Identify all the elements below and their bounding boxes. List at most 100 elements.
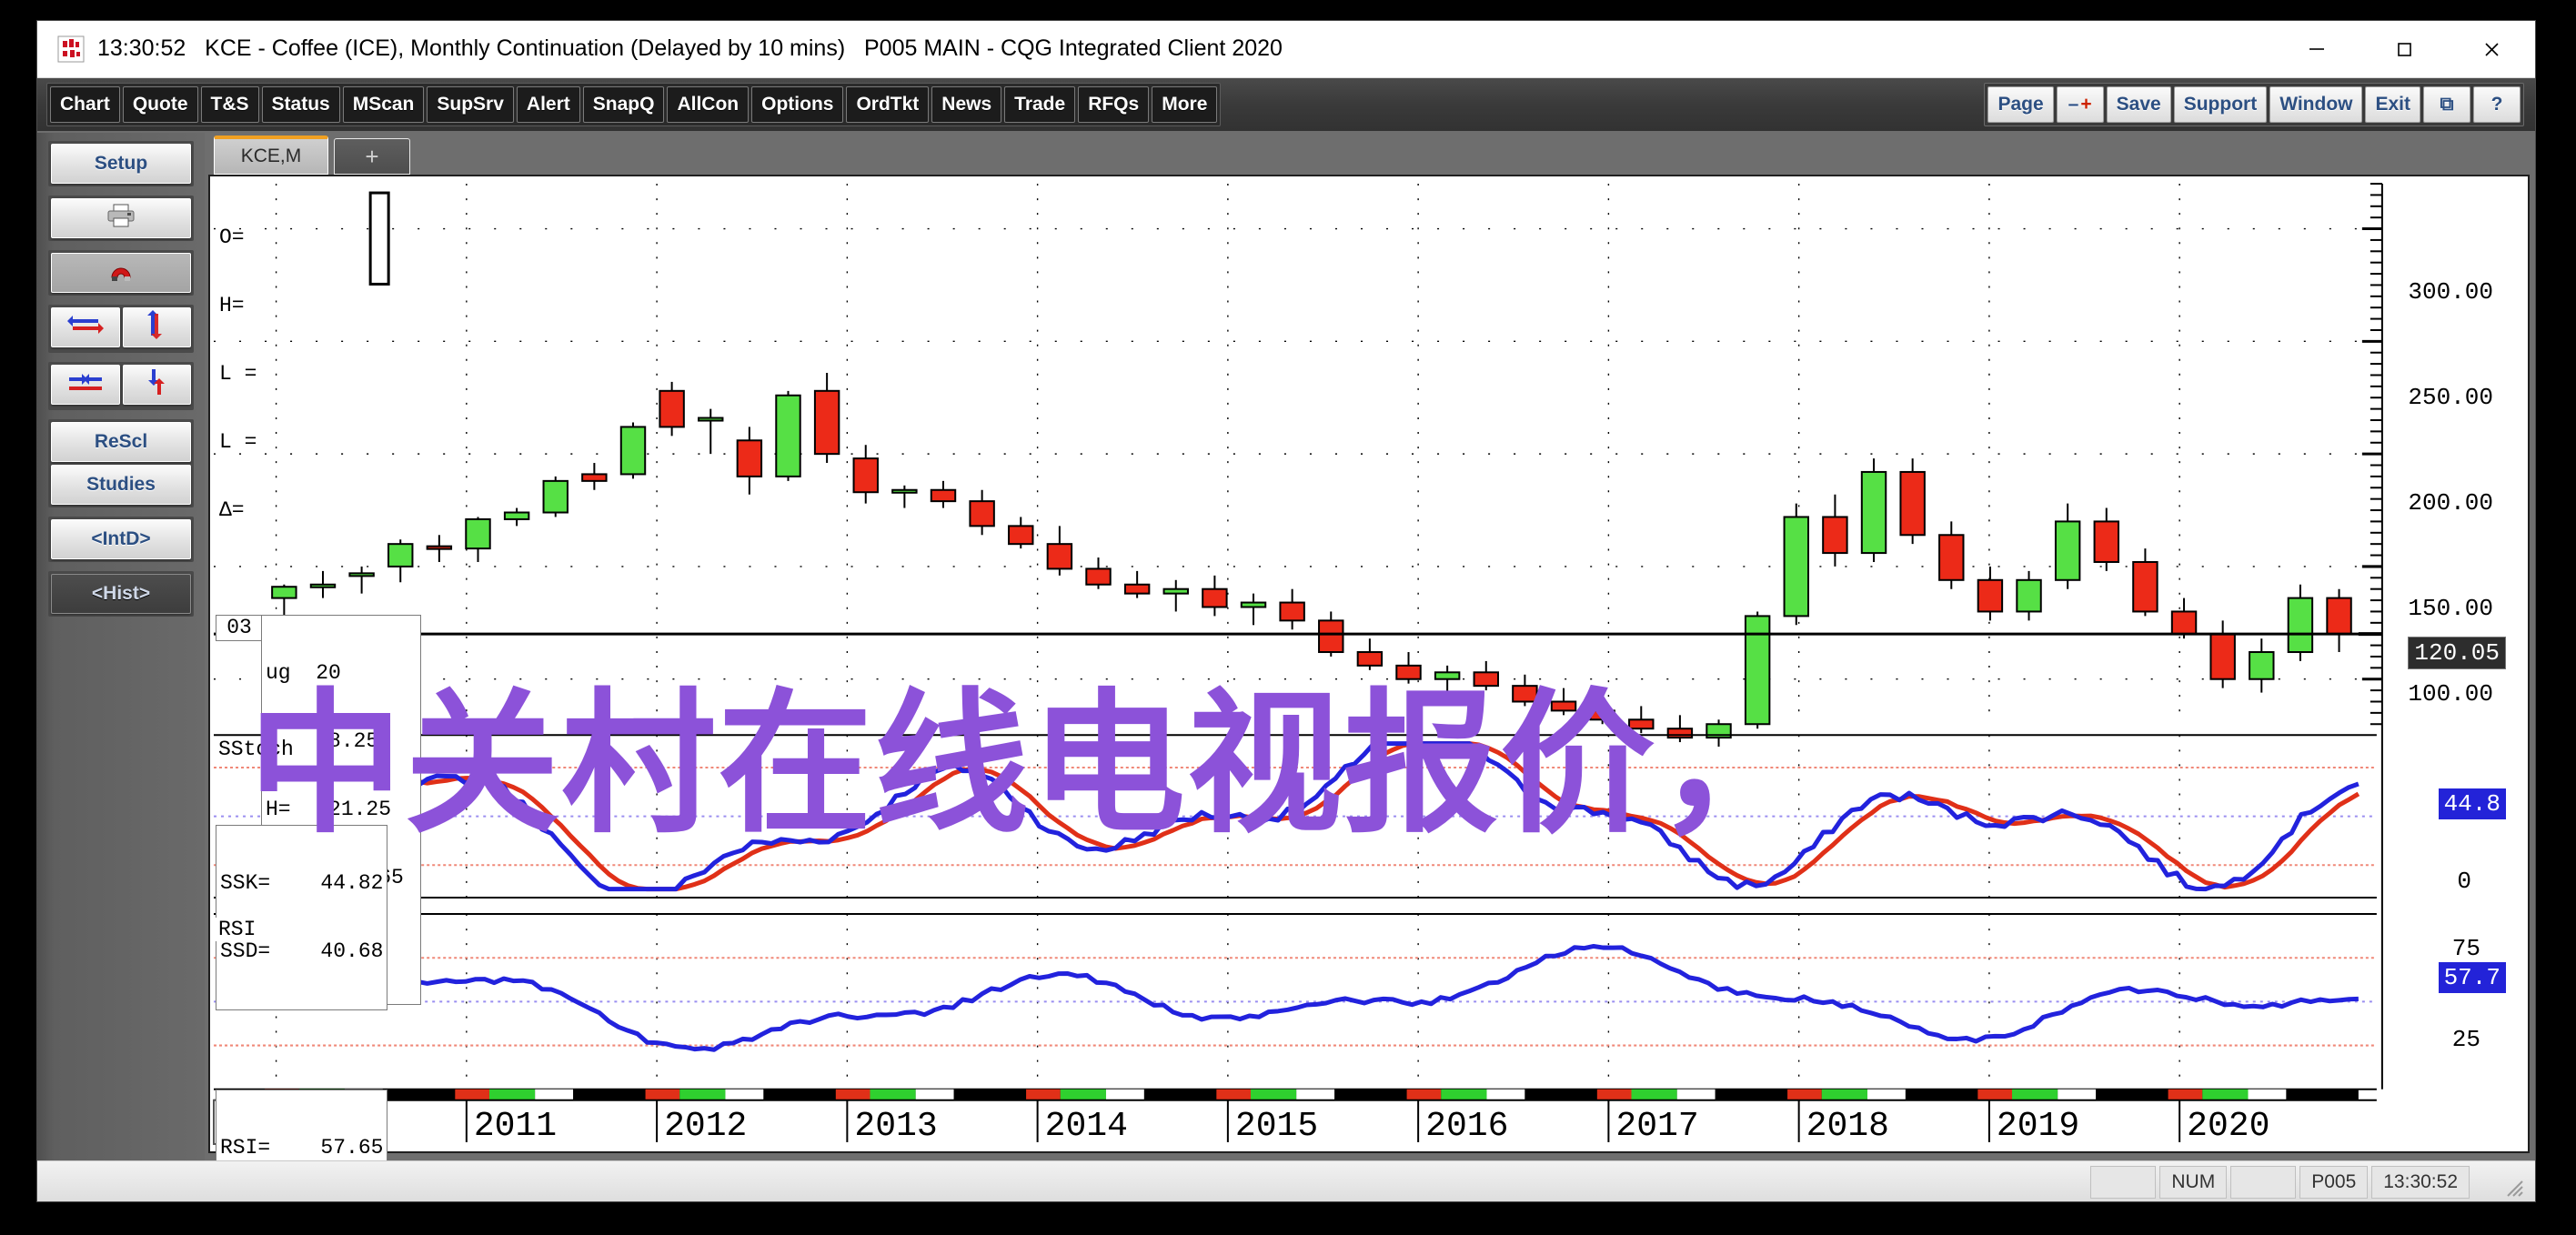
- title-bar: 13:30:52 KCE - Coffee (ICE), Monthly Con…: [37, 21, 2535, 78]
- toolbar-button-trade[interactable]: Trade: [1004, 86, 1076, 123]
- toolbar-button-save[interactable]: Save: [2106, 86, 2171, 123]
- expand-vertical-icon-glyph: [143, 367, 170, 402]
- add-tab-button[interactable]: +: [334, 138, 410, 175]
- minus-icon: –: [2068, 94, 2079, 115]
- ohlc-placeholder-readout: O= H= L = L = Δ=: [216, 180, 374, 568]
- x-axis-tick-2014: 2014: [1045, 1107, 1128, 1146]
- toolbar-button-restore-window[interactable]: ⧉: [2423, 86, 2470, 123]
- compress-horizontal-icon[interactable]: [51, 365, 120, 405]
- sidebar-group-6: <IntD>: [48, 517, 194, 562]
- status-cell-empty-0: [2090, 1166, 2157, 1199]
- resize-grip-icon[interactable]: [2502, 1176, 2526, 1200]
- toolbar-button-support[interactable]: Support: [2173, 86, 2268, 123]
- toolbar-button-rfqs[interactable]: RFQs: [1078, 86, 1150, 123]
- sidebar-group-5: ReScl Studies: [48, 419, 194, 507]
- magnet-icon[interactable]: [51, 253, 191, 293]
- status-cell-p005: P005: [2299, 1166, 2369, 1199]
- toolbar-button-t-s[interactable]: T&S: [200, 86, 259, 123]
- toolbar-right-group: Page – + Save Support Window Exit ⧉?: [1984, 83, 2524, 126]
- close-button[interactable]: [2448, 21, 2535, 76]
- rsi-panel-label: RSI: [216, 918, 259, 941]
- x-axis-tick-2015: 2015: [1235, 1107, 1318, 1146]
- price-tick-100: 100.00: [2408, 680, 2493, 708]
- application-toolbar: Chart Quote T&S Status MScan SupSrv Alert SnapQ…: [37, 78, 2535, 133]
- status-bar: NUM P005 13:30:52: [37, 1160, 2535, 1201]
- sidebar-button-setup[interactable]: Setup: [51, 144, 191, 184]
- status-cell-num: NUM: [2159, 1166, 2228, 1199]
- toolbar-button-mscan[interactable]: MScan: [342, 86, 425, 123]
- expand-vertical-icon[interactable]: [122, 365, 191, 405]
- plus-icon: +: [2080, 94, 2092, 115]
- rsi-value: RSI= 57.65: [220, 1136, 384, 1160]
- toolbar-button-news[interactable]: News: [931, 86, 1002, 123]
- toolbar-button-allcon[interactable]: AllCon: [667, 86, 750, 123]
- sidebar-group-2: [48, 250, 194, 296]
- printer-icon-glyph: [106, 203, 136, 234]
- status-cell-13-30-52: 13:30:52: [2371, 1166, 2470, 1199]
- toolbar-button-snapq[interactable]: SnapQ: [582, 86, 665, 123]
- cursor-date-chip: 03: [216, 615, 263, 641]
- sidebar-group-1: [48, 196, 194, 241]
- sidebar-button--hist-[interactable]: <Hist>: [51, 574, 191, 614]
- toolbar-button-window[interactable]: Window: [2269, 86, 2363, 123]
- sidebar-row: [51, 307, 191, 350]
- toolbar-button-supsrv[interactable]: SupSrv: [427, 86, 514, 123]
- sidebar-group-7: <Hist>: [48, 571, 194, 617]
- x-axis-tick-2012: 2012: [664, 1107, 747, 1146]
- last-price-badge: 120.05: [2408, 637, 2506, 669]
- chart-tab-0[interactable]: KCE,M: [214, 136, 328, 175]
- toolbar-button-page[interactable]: Page: [1987, 86, 2054, 123]
- rsi-tick-25: 25: [2451, 1026, 2480, 1053]
- toolbar-button-chart[interactable]: Chart: [50, 86, 120, 123]
- x-axis-tick-2020: 2020: [2187, 1107, 2269, 1146]
- toolbar-button-quote[interactable]: Quote: [122, 86, 198, 123]
- sstoch-panel-label: SStoch: [216, 738, 297, 761]
- sstoch-value-badge: 44.8: [2438, 788, 2506, 819]
- ohlc-high-value: H= 121.25: [266, 798, 392, 821]
- horizontal-arrows-icon[interactable]: [51, 307, 120, 347]
- ohlc-last-empty: L =: [219, 430, 257, 454]
- status-cells: NUM P005 13:30:52: [2090, 1166, 2470, 1199]
- sidebar-group-3: [48, 305, 194, 353]
- sidebar-button-rescl[interactable]: ReScl: [51, 422, 191, 462]
- toolbar-button-more[interactable]: More: [1152, 86, 1218, 123]
- sidebar-row: [51, 365, 191, 407]
- rsi-tick-75: 75: [2451, 935, 2480, 962]
- app-logo-icon: [57, 35, 85, 63]
- ohlc-delta-empty: Δ=: [219, 498, 245, 522]
- ohlc-low-empty: L =: [219, 362, 257, 386]
- toolbar-button-options[interactable]: Options: [751, 86, 844, 123]
- chart-frame[interactable]: 2010201120122013201420152016201720182019…: [208, 175, 2530, 1201]
- toolbar-button-alert[interactable]: Alert: [516, 86, 580, 123]
- x-axis-tick-2019: 2019: [1997, 1107, 2079, 1146]
- minimize-button[interactable]: [2273, 21, 2360, 76]
- chart-tool-sidebar: Setup ReScl Studies <IntD> <Hist>: [37, 133, 205, 1160]
- x-axis-tick-2011: 2011: [474, 1107, 557, 1146]
- application-window: 13:30:52 KCE - Coffee (ICE), Monthly Con…: [36, 20, 2536, 1202]
- ohlc-month: ug 20: [266, 661, 341, 685]
- price-tick-300: 300.00: [2408, 278, 2493, 306]
- printer-icon[interactable]: [51, 198, 191, 238]
- vertical-arrows-icon[interactable]: [122, 307, 191, 347]
- x-axis-tick-2013: 2013: [854, 1107, 937, 1146]
- rsi-value-badge: 57.7: [2438, 962, 2506, 993]
- sidebar-button--intd-[interactable]: <IntD>: [51, 519, 191, 559]
- status-cell-empty-2: [2230, 1166, 2297, 1199]
- sstoch-ssd-value: SSD= 40.68: [220, 939, 384, 963]
- toolbar-button-exit[interactable]: Exit: [2365, 86, 2420, 123]
- x-axis-tick-2017: 2017: [1615, 1107, 1698, 1146]
- maximize-button[interactable]: [2360, 21, 2448, 76]
- sidebar-button-studies[interactable]: Studies: [51, 465, 191, 505]
- toolbar-button-status[interactable]: Status: [261, 86, 340, 123]
- x-axis-tick-2018: 2018: [1806, 1107, 1889, 1146]
- vertical-arrows-icon-glyph: [144, 310, 169, 345]
- workspace: Setup ReScl Studies <IntD> <Hist> KCE,M + 201…: [37, 133, 2535, 1201]
- chart-canvas[interactable]: 2010201120122013201420152016201720182019…: [210, 176, 2528, 1151]
- chart-panel: KCE,M+ 201020112012201320142015201620172…: [205, 133, 2535, 1201]
- toolbar-button-ordtkt[interactable]: OrdTkt: [846, 86, 930, 123]
- sstoch-tick-0: 0: [2457, 868, 2471, 895]
- x-axis-tick-2016: 2016: [1425, 1107, 1508, 1146]
- price-tick-150: 150.00: [2408, 595, 2493, 622]
- toolbar-button-zoom-toggle[interactable]: – +: [2056, 86, 2104, 123]
- toolbar-button-help[interactable]: ?: [2473, 86, 2521, 123]
